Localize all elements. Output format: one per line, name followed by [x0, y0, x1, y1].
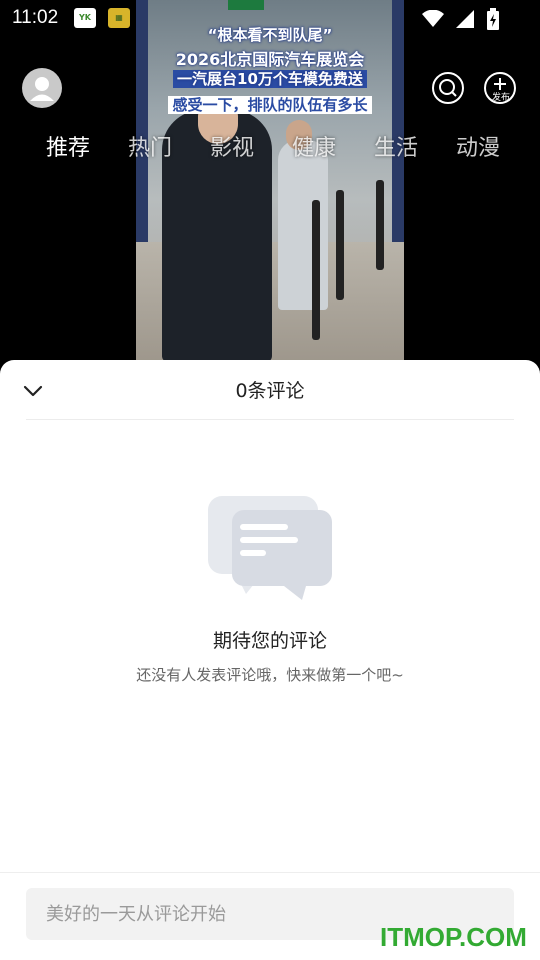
notification-app-icon: YK — [74, 8, 96, 28]
video-player[interactable]: “根本看不到队尾” 2026北京国际汽车展览会 一汽展台10万个车模免费送 感受… — [136, 0, 404, 362]
system-icons — [416, 8, 500, 30]
video-caption-line4-text: 感受一下，排队的队伍有多长 — [168, 96, 372, 114]
signal-icon — [455, 10, 474, 28]
queue-post — [312, 200, 320, 340]
battery-icon — [487, 8, 499, 30]
watermark-logo: ITMOP.COM — [380, 922, 527, 952]
tab-hot[interactable]: 热门 — [128, 130, 172, 162]
comments-title: 0条评论 — [235, 380, 305, 402]
tab-movies[interactable]: 影视 — [210, 130, 254, 162]
video-caption-line3: 一汽展台10万个车模免费送 — [136, 68, 404, 89]
search-icon — [439, 79, 457, 97]
search-button[interactable] — [432, 72, 464, 104]
video-caption-line4: 感受一下，排队的队伍有多长 — [136, 94, 404, 115]
publish-label: 发布 — [491, 93, 510, 103]
comments-sheet: 0条评论 期待您的评论 还没有人发表评论哦，快来做第一个吧~ — [0, 360, 540, 960]
status-bar: 11:02 YK ▦ — [0, 0, 540, 36]
tab-recommend[interactable]: 推荐 — [46, 130, 90, 162]
status-time: 11:02 — [12, 7, 59, 28]
tab-anime[interactable]: 动漫 — [456, 130, 500, 162]
tab-health[interactable]: 健康 — [292, 130, 336, 162]
user-avatar[interactable] — [22, 68, 62, 108]
video-caption-line2: 2026北京国际汽车展览会 — [175, 50, 365, 69]
category-tabs: 推荐 热门 影视 健康 生活 动漫 — [0, 130, 540, 166]
empty-subtitle: 还没有人发表评论哦，快来做第一个吧~ — [136, 666, 404, 684]
video-caption-line3-text: 一汽展台10万个车模免费送 — [173, 70, 367, 88]
header-divider — [26, 419, 514, 420]
empty-title: 期待您的评论 — [212, 630, 327, 652]
queue-post — [336, 190, 344, 300]
tab-life[interactable]: 生活 — [374, 130, 418, 162]
input-divider — [0, 872, 540, 873]
notification-app-icon: ▦ — [108, 8, 130, 28]
comments-header: 0条评论 — [0, 360, 540, 418]
wifi-icon — [421, 10, 444, 27]
queue-post — [376, 180, 384, 270]
user-icon — [30, 77, 54, 101]
empty-comments-icon — [208, 496, 332, 600]
